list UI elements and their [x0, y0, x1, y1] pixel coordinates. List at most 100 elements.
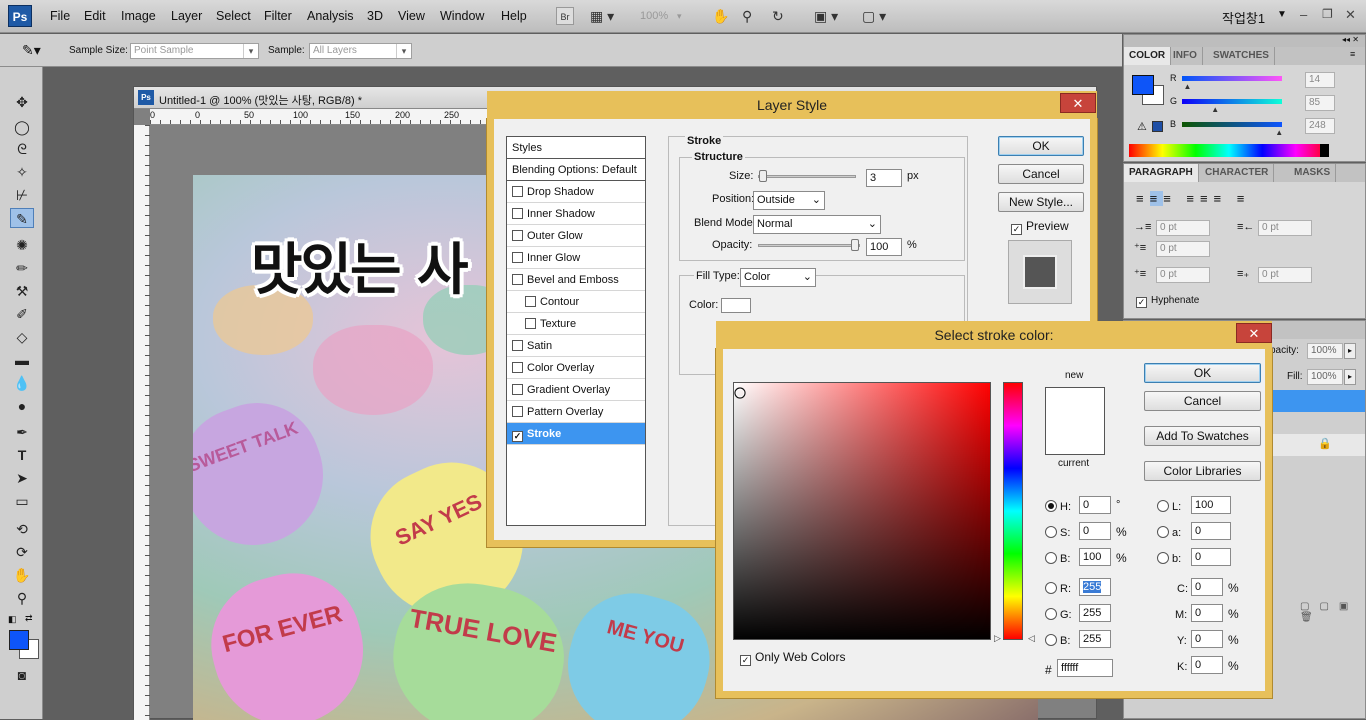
style-item-blending-options-default[interactable]: Blending Options: Default [507, 159, 645, 181]
tab-character[interactable]: CHARACTER [1200, 164, 1275, 182]
style-item-drop-shadow[interactable]: Drop Shadow [507, 181, 645, 203]
styles-header[interactable]: Styles [507, 137, 645, 159]
tab-masks[interactable]: MASKS [1289, 164, 1337, 182]
gradient-tool-icon[interactable]: ▬ [10, 350, 34, 370]
size-slider-thumb[interactable] [759, 170, 767, 182]
style-checkbox[interactable]: ✓ [512, 431, 523, 442]
new-style-button[interactable]: New Style... [998, 192, 1084, 212]
l-field[interactable]: 100 [1191, 496, 1231, 514]
default-colors-icon[interactable]: ◧ [8, 614, 17, 625]
ok-button[interactable]: OK [1144, 363, 1261, 383]
style-item-contour[interactable]: Contour [507, 291, 645, 313]
add-to-swatches-button[interactable]: Add To Swatches [1144, 426, 1261, 446]
s-field[interactable]: 0 [1079, 522, 1111, 540]
color-ramp-black[interactable] [1320, 144, 1329, 157]
minimize-icon[interactable]: – [1300, 7, 1307, 22]
eyedropper-preset-icon[interactable]: ✎▾ [22, 42, 41, 59]
menu-3d[interactable]: 3D [367, 9, 383, 23]
zoom-icon[interactable]: ⚲ [742, 7, 752, 25]
hyphenate-checkbox[interactable]: ✓ [1136, 297, 1147, 308]
menu-select[interactable]: Select [216, 9, 251, 23]
layer-row-background[interactable]: 🔒 [1272, 434, 1365, 456]
c-field[interactable]: 0 [1191, 578, 1223, 596]
style-item-inner-glow[interactable]: Inner Glow [507, 247, 645, 269]
sample-select[interactable]: All Layers ▾ [309, 43, 412, 59]
indent-right-field[interactable]: 0 pt [1258, 220, 1312, 236]
tab-paragraph[interactable]: PARAGRAPH [1124, 164, 1199, 182]
ok-button[interactable]: OK [998, 136, 1084, 156]
cancel-button[interactable]: Cancel [998, 164, 1084, 184]
quick-select-tool-icon[interactable]: ✧ [10, 162, 34, 182]
crop-tool-icon[interactable]: ⊬ [10, 185, 34, 205]
zoom-dropdown-icon[interactable]: ▾ [677, 7, 682, 25]
opacity-slider-thumb[interactable] [851, 239, 859, 251]
close-icon[interactable]: ✕ [1060, 93, 1096, 113]
brightness-radio[interactable] [1045, 552, 1057, 564]
b-slider-thumb[interactable]: ▲ [1275, 128, 1283, 137]
color-field[interactable] [733, 382, 991, 640]
tab-info[interactable]: INFO [1168, 47, 1203, 65]
gamut-warning-icon[interactable]: ⚠ [1137, 120, 1147, 133]
stamp-tool-icon[interactable]: ⚒ [10, 281, 34, 301]
menu-edit[interactable]: Edit [84, 9, 106, 23]
menu-filter[interactable]: Filter [264, 9, 292, 23]
s-radio[interactable] [1045, 526, 1057, 538]
opacity-field[interactable]: 100 [866, 238, 902, 256]
quick-mask-icon[interactable]: ◙ [10, 665, 34, 685]
hyphenate-row[interactable]: ✓ Hyphenate [1136, 295, 1199, 308]
color-libraries-button[interactable]: Color Libraries [1144, 461, 1261, 481]
workspace-name[interactable]: 작업창1 [1222, 8, 1265, 27]
stroke-color-swatch[interactable] [721, 298, 751, 313]
h-field[interactable]: 0 [1079, 496, 1111, 514]
g-field[interactable]: 85 [1305, 95, 1335, 111]
a-field[interactable]: 0 [1191, 522, 1231, 540]
style-checkbox[interactable] [512, 230, 523, 241]
style-checkbox[interactable] [512, 208, 523, 219]
fill-type-select[interactable]: Color ⌄ [740, 268, 816, 287]
size-field[interactable]: 3 [866, 169, 902, 187]
shape-tool-icon[interactable]: ▭ [10, 491, 34, 511]
style-item-pattern-overlay[interactable]: Pattern Overlay [507, 401, 645, 423]
marquee-tool-icon[interactable]: ◯ [10, 117, 34, 137]
foreground-swatch[interactable] [1132, 75, 1154, 95]
hue-slider[interactable] [1003, 382, 1023, 640]
r-radio[interactable] [1045, 582, 1057, 594]
b-slider[interactable] [1182, 122, 1282, 127]
eyedropper-tool-icon[interactable]: ✎ [10, 208, 34, 228]
close-icon[interactable]: ✕ [1236, 323, 1272, 343]
move-tool-icon[interactable]: ✥ [10, 92, 34, 112]
color-ramp[interactable] [1129, 144, 1329, 157]
style-checkbox[interactable] [512, 252, 523, 263]
blur-tool-icon[interactable]: 💧 [10, 373, 34, 393]
r-field[interactable]: 255 [1079, 578, 1111, 596]
menu-window[interactable]: Window [440, 9, 484, 23]
style-checkbox[interactable] [512, 406, 523, 417]
b-field[interactable]: 248 [1305, 118, 1335, 134]
path-select-icon[interactable]: ➤ [10, 468, 34, 488]
swap-colors-icon[interactable]: ⇄ [25, 613, 33, 624]
m-field[interactable]: 0 [1191, 604, 1223, 622]
sample-size-select[interactable]: Point Sample ▾ [130, 43, 259, 59]
a-radio[interactable] [1157, 526, 1169, 538]
menu-image[interactable]: Image [121, 9, 156, 23]
zoom-level[interactable]: 100% [640, 7, 668, 25]
menu-help[interactable]: Help [501, 9, 527, 23]
blend-mode-select[interactable]: Normal ⌄ [753, 215, 881, 234]
l-radio[interactable] [1157, 500, 1169, 512]
color-swatch-preview[interactable] [1045, 387, 1105, 455]
hue-right-arrow[interactable]: ◁ [1028, 633, 1035, 644]
panel-menu-icon[interactable]: ≡ [1350, 49, 1355, 59]
menu-view[interactable]: View [398, 9, 425, 23]
hue-left-arrow[interactable]: ▷ [994, 633, 1001, 644]
opacity-slider[interactable] [758, 244, 860, 247]
tab-color[interactable]: COLOR [1124, 47, 1172, 65]
style-item-color-overlay[interactable]: Color Overlay [507, 357, 645, 379]
dodge-tool-icon[interactable]: ● [10, 396, 34, 416]
lab-b-radio[interactable] [1157, 552, 1169, 564]
close-app-icon[interactable]: ✕ [1345, 7, 1356, 23]
web-colors-row[interactable]: ✓ Only Web Colors [740, 650, 845, 666]
style-checkbox[interactable] [512, 384, 523, 395]
space-before-field[interactable]: 0 pt [1156, 267, 1210, 283]
gamut-swatch[interactable] [1152, 121, 1163, 132]
fill-field[interactable]: 100% [1307, 369, 1343, 385]
